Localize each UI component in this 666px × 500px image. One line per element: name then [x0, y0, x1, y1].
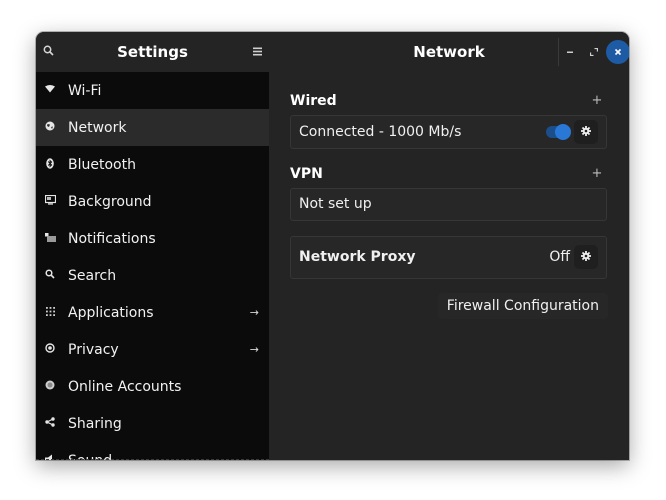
- close-button[interactable]: [606, 40, 629, 64]
- sidebar-item-label: Search: [68, 267, 117, 284]
- sidebar-item-label: Applications: [68, 304, 154, 321]
- share-icon: [43, 417, 57, 430]
- sidebar-item-network[interactable]: Network: [36, 109, 269, 146]
- sidebar-item-applications[interactable]: Applications →: [36, 294, 269, 331]
- privacy-icon: [43, 343, 57, 356]
- vpn-section-title: VPN: [290, 166, 323, 182]
- sidebar-header: Settings: [36, 32, 269, 72]
- sidebar-item-notifications[interactable]: Notifications: [36, 220, 269, 257]
- vpn-status: Not set up: [299, 196, 372, 212]
- sidebar-item-sharing[interactable]: Sharing: [36, 405, 269, 442]
- minimize-icon: [566, 46, 574, 59]
- switch-knob: [555, 124, 571, 140]
- sidebar-item-label: Bluetooth: [68, 156, 136, 173]
- network-panel: Wired + Connected - 1000 Mb/s VPN + Not …: [269, 72, 629, 460]
- sidebar-item-wifi[interactable]: Wi-Fi: [36, 72, 269, 109]
- network-proxy-label: Network Proxy: [299, 249, 416, 265]
- sidebar-item-label: Wi-Fi: [68, 82, 102, 99]
- settings-window: Settings Network Wi-Fi Network Bluetooth…: [36, 32, 629, 460]
- bluetooth-icon: [43, 157, 57, 172]
- sidebar-scroll-edge: [36, 458, 269, 460]
- network-proxy-row[interactable]: Network Proxy Off: [290, 236, 607, 279]
- sidebar-item-label: Sharing: [68, 415, 122, 432]
- hamburger-menu-icon: [252, 46, 262, 59]
- wifi-icon: [43, 85, 57, 96]
- search-icon: [43, 269, 57, 282]
- gear-icon: [581, 250, 591, 264]
- sidebar-item-background[interactable]: Background: [36, 183, 269, 220]
- vpn-row: Not set up: [290, 188, 607, 221]
- sidebar-item-label: Privacy: [68, 341, 119, 358]
- network-proxy-value: Off: [549, 249, 570, 265]
- add-vpn-button[interactable]: +: [589, 166, 605, 182]
- sidebar-item-label: Online Accounts: [68, 378, 182, 395]
- sidebar-item-label: Notifications: [68, 230, 156, 247]
- sidebar-item-privacy[interactable]: Privacy →: [36, 331, 269, 368]
- sidebar-item-label: Network: [68, 119, 127, 136]
- maximize-icon: [589, 46, 599, 59]
- main-menu-button[interactable]: [245, 40, 269, 64]
- sidebar-item-label: Background: [68, 193, 152, 210]
- wired-status: Connected - 1000 Mb/s: [299, 124, 462, 140]
- proxy-settings-button[interactable]: [574, 245, 598, 269]
- wired-settings-button[interactable]: [574, 120, 598, 144]
- online-accounts-icon: [43, 380, 57, 393]
- sidebar-item-bluetooth[interactable]: Bluetooth: [36, 146, 269, 183]
- sidebar-item-online-accounts[interactable]: Online Accounts: [36, 368, 269, 405]
- wired-toggle-switch[interactable]: [546, 124, 571, 140]
- plus-icon: +: [591, 166, 603, 181]
- display-icon: [43, 194, 57, 208]
- network-globe-icon: [43, 121, 57, 134]
- wired-section-title: Wired: [290, 93, 337, 109]
- notifications-icon: [43, 232, 57, 245]
- plus-icon: +: [591, 93, 603, 108]
- sidebar: Wi-Fi Network Bluetooth Background Notif…: [36, 72, 269, 460]
- wired-connection-row: Connected - 1000 Mb/s: [290, 115, 607, 149]
- header-bar: Settings Network: [36, 32, 629, 72]
- minimize-button[interactable]: [558, 40, 582, 64]
- arrow-right-icon: →: [249, 343, 259, 356]
- add-wired-button[interactable]: +: [589, 93, 605, 109]
- sidebar-title: Settings: [117, 43, 188, 61]
- gear-icon: [581, 125, 591, 139]
- firewall-configuration-button[interactable]: Firewall Configuration: [437, 293, 608, 319]
- sidebar-item-search[interactable]: Search: [36, 257, 269, 294]
- grid-icon: [43, 306, 57, 319]
- maximize-button[interactable]: [582, 40, 606, 64]
- close-icon: [614, 46, 622, 59]
- arrow-right-icon: →: [249, 306, 259, 319]
